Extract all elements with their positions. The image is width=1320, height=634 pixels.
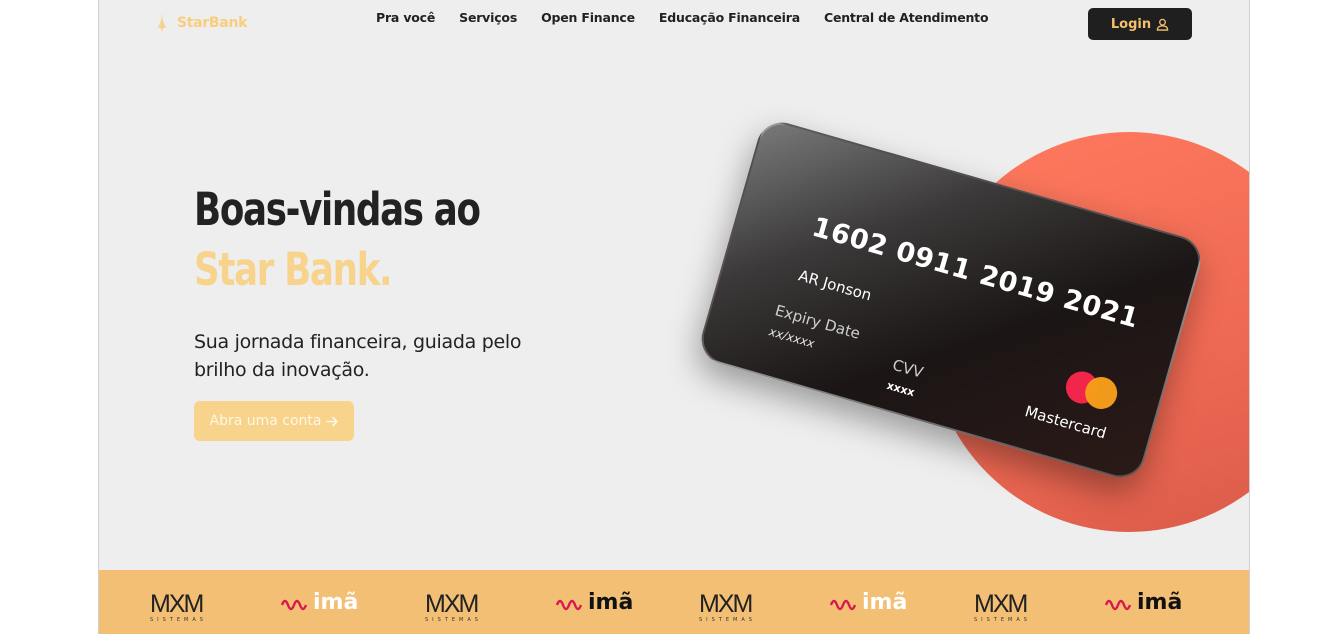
nav-central-atendimento[interactable]: Central de Atendimento [824,10,989,25]
partner-logo-ima: imã [830,592,907,614]
partner-name: MXM [425,590,479,618]
partner-name: imã [313,590,359,615]
partner-sub: SISTEMAS [699,617,756,623]
arrow-right-icon [325,416,338,426]
nav-educacao-financeira[interactable]: Educação Financeira [659,10,800,25]
brand-name: StarBank [177,15,248,31]
card-cvv-label: CVV [890,355,926,382]
partner-logo-ima: imã [556,592,633,614]
partner-logo-ima: imã [281,592,358,614]
partner-sub: SISTEMAS [150,617,207,623]
card-cvv-value: xxxx [885,378,917,400]
hero-title-accent: Star Bank. [194,243,393,296]
open-account-label: Abra uma conta [209,413,322,429]
partner-name: MXM [699,590,753,618]
partner-name: imã [1137,590,1183,615]
partner-sub: SISTEMAS [425,617,482,623]
partner-logo-mxm: MXM SISTEMAS [425,590,482,624]
mastercard-logo-icon [1062,367,1123,416]
main-nav: Pra você Serviços Open Finance Educação … [376,10,989,25]
login-label: Login [1110,16,1152,32]
partner-sub: SISTEMAS [974,617,1031,623]
card-holder: AR Jonson [796,266,874,305]
page: StarBank Pra você Serviços Open Finance … [98,0,1250,634]
partner-name: MXM [150,590,204,618]
nav-open-finance[interactable]: Open Finance [541,10,635,25]
wave-icon [1105,599,1132,611]
login-button[interactable]: Login [1088,8,1192,40]
nav-pra-voce[interactable]: Pra você [376,10,435,25]
partner-name: imã [588,590,634,615]
partners-band: MXM SISTEMAS imã MXM SISTEMAS imã MXM SI… [99,570,1249,634]
hero-title-text: Boas-vindas ao [194,183,481,236]
partner-logo-mxm: MXM SISTEMAS [974,590,1031,624]
wave-icon [556,599,583,611]
partner-logo-mxm: MXM SISTEMAS [150,590,207,624]
hero-subtitle: Sua jornada financeira, guiada pelo bril… [194,331,522,381]
user-icon [1156,18,1169,31]
nav-servicos[interactable]: Serviços [459,10,517,25]
partner-logo-mxm: MXM SISTEMAS [699,590,756,624]
card-number: 1602 0911 2019 2021 [808,211,1143,335]
hero-title: Boas-vindas ao Star Bank. [194,180,564,300]
brand-logo[interactable]: StarBank [155,10,247,36]
wave-icon [830,599,857,611]
partner-logo-ima: imã [1105,592,1182,614]
partner-name: MXM [974,590,1028,618]
partner-name: imã [862,590,908,615]
wave-icon [281,599,308,611]
open-account-button[interactable]: Abra uma conta [194,401,354,441]
star-logo-icon [157,11,167,35]
